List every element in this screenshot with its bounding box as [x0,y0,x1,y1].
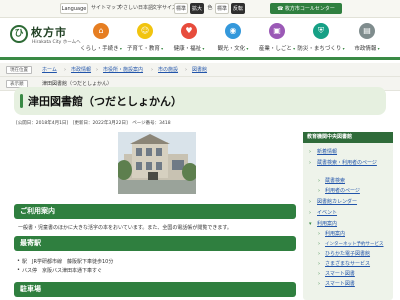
chevron-right-icon: › [309,199,311,205]
language-button[interactable]: Language [60,3,88,14]
briefcase-icon: ▣ [269,23,285,39]
building-icon: ▤ [359,23,375,39]
station-item: バス停 京阪バス津田本通下車すぐ [17,267,102,274]
color-invert-button[interactable]: 反転 [231,3,245,14]
parking-section-title: 駐車場 [20,285,41,293]
chevron-right-icon: › [318,188,320,194]
chevron-down-icon: ▾ [309,221,312,227]
sidebar-title: 教育機関中央図書館 [303,132,393,143]
sidebar-link[interactable]: 蔵書検索・利用者のページ [317,160,377,167]
parking-section-heading: 駐車場 [14,282,296,297]
chevron-right-icon: › [318,231,320,237]
sidebar-link[interactable]: 図書館カレンダー [317,199,357,206]
publish-dates: [公開日：2018年4月1日] [更新日：2022年3月22日] ページ番号：3… [16,121,171,126]
chevron-right-icon: › [318,178,320,184]
call-center-button[interactable]: ☎ 枚方市コールセンター [270,3,342,14]
nav-item-city[interactable]: ▤ 市政情報 [346,21,388,57]
station-item: 駅 JR学研都市線 藤阪駅下車徒歩10分 [17,258,113,265]
sitemap-link[interactable]: サイトマップ [91,3,121,14]
house-icon: ⌂ [93,23,109,39]
page-title: 津田図書館（つだとしょかん） [28,95,182,108]
sidebar-link[interactable]: 利用案内 [317,221,337,228]
site-header: ひ 枚方市 Hirakata City ホームへ ⌂ くらし・手続き ☺ 子育て… [0,18,400,60]
breadcrumb-separator: › [96,67,98,73]
breadcrumb: 現在位置 ホーム › 市政情報 › 市役所・施設案内 › 市の施設 › 図書館 [0,63,400,77]
sidebar-link[interactable]: 新着情報 [317,149,337,156]
breadcrumb-link[interactable]: ホーム [42,66,57,74]
nav-label: 観光・文化 [208,44,258,52]
breadcrumb-link[interactable]: 市役所・施設案内 [103,66,143,74]
logo-subtitle: Hirakata City ホームへ [32,40,81,45]
breadcrumb-link[interactable]: 市の施設 [158,66,178,74]
text-size-label: 文字サイズ [152,5,177,11]
nav-label: 防災・まちづくり [296,44,346,52]
sidebar-sublink[interactable]: 利用者のページ [325,188,360,195]
nav-item-living[interactable]: ⌂ くらし・手続き [80,21,122,57]
breadcrumb-separator: › [64,67,66,73]
color-standard-button[interactable]: 標準 [215,3,229,14]
usage-section-title: ご利用案内 [20,207,55,215]
chevron-right-icon: › [318,271,320,277]
sidebar-link[interactable]: イベント [317,210,337,217]
breadcrumb-link[interactable]: 図書館 [192,66,207,74]
sidebar-sublink[interactable]: ひらかた電子図書館 [325,251,370,258]
nav-item-childcare[interactable]: ☺ 子育て・教育 [124,21,166,57]
camera-icon: ◉ [225,23,241,39]
sidebar-sublink[interactable]: スマート図書 [325,281,355,288]
sidebar-sublink[interactable]: インターネット予約サービス [325,241,384,248]
breadcrumb-tag: 現在位置 [6,66,32,74]
chevron-right-icon: › [309,210,311,216]
nav-label: 子育て・教育 [120,44,170,52]
color-label: 色 [207,5,213,11]
station-section-title: 最寄駅 [20,239,41,247]
heart-icon: ♥ [181,23,197,39]
chevron-right-icon: › [318,261,320,267]
city-emblem-icon: ひ [10,25,28,43]
phone-icon: ☎ [277,6,285,12]
chevron-right-icon: › [318,241,320,247]
nav-item-health[interactable]: ♥ 健康・福祉 [168,21,210,57]
breadcrumb-separator: › [185,67,187,73]
sidebar-sublink[interactable]: さまざまなサービス [325,261,370,268]
shield-icon: ⛨ [313,23,329,39]
sidebar-sublink[interactable]: 利用案内 [325,231,345,238]
breadcrumb-separator: › [151,67,153,73]
text-size-large-button[interactable]: 拡大 [190,3,204,14]
sidebar: 教育機関中央図書館 › 新着情報 › 蔵書検索・利用者のページ › 蔵書検索 ›… [303,132,393,300]
nav-item-tourism[interactable]: ◉ 観光・文化 [212,21,254,57]
library-photo [118,132,196,194]
sidebar-sublink[interactable]: スマート図書 [325,271,355,278]
chevron-right-icon: › [318,281,320,287]
nav-item-industry[interactable]: ▣ 産業・しごと [256,21,298,57]
usage-section-heading: ご利用案内 [14,204,296,219]
page-title-box: 津田図書館（つだとしょかん） [14,87,386,115]
breadcrumb-link[interactable]: 市政情報 [71,66,91,74]
sidebar-sublink[interactable]: 蔵書検索 [325,178,345,185]
site-logo[interactable]: ひ 枚方市 Hirakata City ホームへ [10,23,81,53]
nav-item-disaster[interactable]: ⛨ 防災・まちづくり [297,21,342,57]
nav-label: くらし・手続き [76,44,126,52]
chevron-right-icon: › [309,160,311,166]
logo-title: 枚方市 [31,26,67,39]
station-section-heading: 最寄駅 [14,236,296,251]
library-building-image [118,132,196,194]
chevron-right-icon: › [309,149,311,155]
utility-bar: Language サイトマップ やさしい日本語 文字サイズ 標準 拡大 色 標準… [0,0,400,18]
nav-label: 市政情報 [342,44,392,52]
text-size-standard-button[interactable]: 標準 [174,3,188,14]
child-icon: ☺ [137,23,153,39]
nav-label: 健康・福祉 [164,44,214,52]
call-center-label: 枚方市コールセンター [284,6,335,12]
usage-description: 一般書・児童書のほかに大きな活字の本をおいています。また、全国の電話帳が閲覧でき… [18,225,232,231]
chevron-right-icon: › [318,251,320,257]
nav-label: 産業・しごと [252,44,302,52]
easy-japanese-link[interactable]: やさしい日本語 [118,3,153,14]
